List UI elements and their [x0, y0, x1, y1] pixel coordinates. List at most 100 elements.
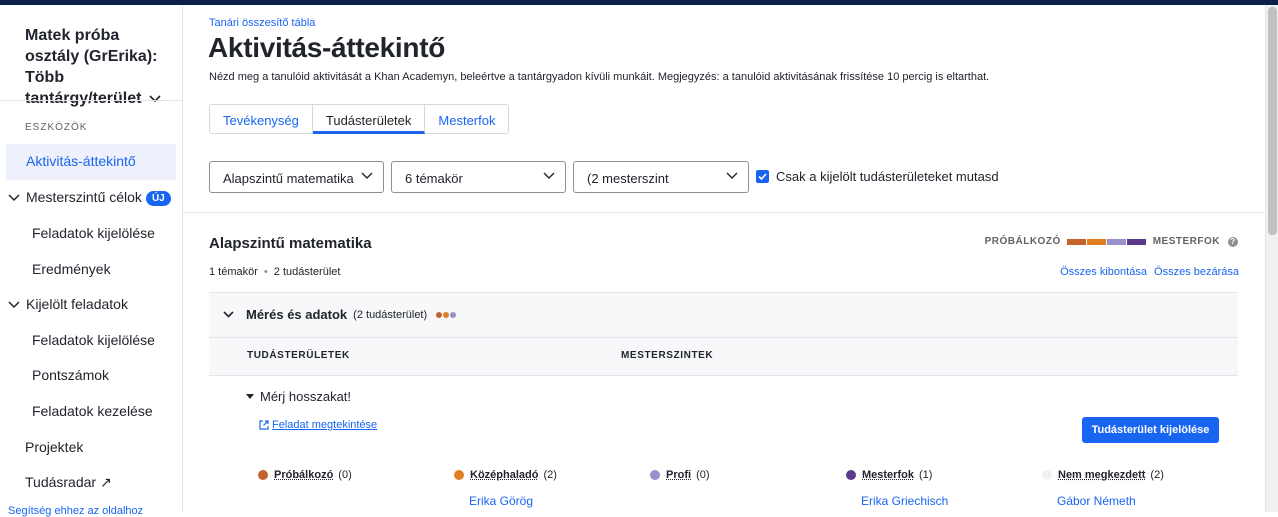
- mastery-select[interactable]: (2 mesterszint: [573, 161, 749, 193]
- level-dot: [258, 470, 268, 480]
- level-name[interactable]: Mesterfok: [862, 469, 914, 481]
- level-mastered: Mesterfok (1): [846, 469, 932, 481]
- level-count: (2): [1150, 469, 1163, 481]
- sidebar-item-label: Feladatok kijelölése: [32, 225, 155, 241]
- tab-mastery[interactable]: Mesterfok: [425, 104, 509, 134]
- collapse-all-link[interactable]: Összes bezárása: [1154, 266, 1239, 278]
- unit-count: 1 témakör: [209, 266, 258, 278]
- sidebar-item-results[interactable]: Eredmények: [32, 261, 111, 277]
- sidebar: Matek próba osztály (GrErika): Több tant…: [0, 5, 183, 512]
- sidebar-item-manage-tasks[interactable]: Feladatok kezelése: [32, 403, 153, 419]
- student-link[interactable]: Erika Griechisch: [861, 494, 948, 508]
- subject-select[interactable]: Alapszintű matematika: [209, 161, 384, 193]
- page-title: Aktivitás-áttekintő: [208, 32, 445, 64]
- main-divider: [183, 212, 1265, 213]
- sidebar-item-knowledge-radar[interactable]: Tudásradar ↗: [25, 474, 112, 491]
- skill-group-name: Mérés és adatok: [246, 307, 347, 322]
- level-dot: [1042, 470, 1052, 480]
- sidebar-item-projects[interactable]: Projektek: [25, 439, 83, 455]
- assign-skill-button[interactable]: Tudásterület kijelölése: [1082, 417, 1219, 443]
- mastery-legend: PRÓBÁLKOZÓ MESTERFOK ?: [985, 236, 1238, 247]
- help-link[interactable]: Segítség ehhez az oldalhoz: [8, 505, 143, 517]
- separator-dot: •: [264, 266, 268, 278]
- student-link[interactable]: Gábor Németh: [1057, 494, 1136, 508]
- skill-group: Mérés és adatok (2 tudásterület) TUDÁSTE…: [209, 292, 1238, 376]
- student-link[interactable]: Erika Görög: [469, 494, 533, 508]
- group-divider: [209, 337, 1238, 338]
- level-proficient: Profi (0): [650, 469, 710, 481]
- top-bar: [0, 0, 1278, 5]
- level-not-started: Nem megkezdett (2): [1042, 469, 1164, 481]
- selected-skills-only-toggle[interactable]: Csak a kijelölt tudásterületeket mutasd: [756, 169, 999, 184]
- view-exercise-label: Feladat megtekintése: [272, 419, 377, 431]
- tab-bar: Tevékenység Tudásterületek Mesterfok: [209, 104, 509, 134]
- checkmark-icon: [758, 173, 767, 180]
- chevron-down-icon: [149, 95, 161, 103]
- sidebar-item-mastery-goals[interactable]: Mesterszintű célok ÚJ: [8, 189, 171, 206]
- page-description: Nézd meg a tanulóid aktivitását a Khan A…: [209, 71, 989, 83]
- level-name[interactable]: Profi: [666, 469, 691, 481]
- expand-all-link[interactable]: Összes kibontása: [1060, 266, 1147, 278]
- new-badge: ÚJ: [146, 191, 171, 206]
- tab-activity[interactable]: Tevékenység: [209, 104, 313, 134]
- level-dot: [454, 470, 464, 480]
- level-familiar: Középhaladó (2): [454, 469, 557, 481]
- sidebar-item-label: Mesterszintű célok: [26, 189, 142, 205]
- chevron-down-icon[interactable]: [8, 194, 20, 202]
- view-exercise-link[interactable]: Feladat megtekintése: [259, 419, 377, 431]
- checkbox[interactable]: [756, 170, 769, 183]
- units-select[interactable]: 6 témakör: [391, 161, 566, 193]
- skill-name: Mérj hosszakat!: [260, 389, 351, 404]
- chevron-down-icon[interactable]: [223, 311, 234, 318]
- sidebar-item-label: Eredmények: [32, 261, 111, 277]
- level-name[interactable]: Középhaladó: [470, 469, 538, 481]
- sidebar-item-scores[interactable]: Pontszámok: [32, 367, 109, 383]
- sidebar-item-assign-tasks-2[interactable]: Feladatok kijelölése: [32, 332, 155, 348]
- skill-group-header[interactable]: Mérés és adatok (2 tudásterület): [223, 307, 457, 322]
- help-icon[interactable]: ?: [1228, 237, 1238, 247]
- legend-swatch-attempted: [1067, 239, 1086, 245]
- group-bottom-divider: [209, 375, 1238, 376]
- skill-count: 2 tudásterület: [274, 266, 341, 278]
- level-name[interactable]: Nem megkezdett: [1058, 469, 1145, 481]
- column-header-skills: TUDÁSTERÜLETEK: [247, 350, 350, 361]
- mastery-dots: [436, 312, 457, 318]
- level-attempted: Próbálkozó (0): [258, 469, 352, 481]
- column-header-mastery-levels: MESTERSZINTEK: [621, 350, 713, 361]
- dot-proficient: [450, 312, 456, 318]
- sidebar-item-assigned-tasks[interactable]: Kijelölt feladatok: [8, 296, 128, 312]
- breadcrumb[interactable]: Tanári összesítő tábla: [209, 17, 315, 29]
- skill-row[interactable]: Mérj hosszakat!: [246, 389, 351, 404]
- sidebar-item-label: Tudásradar ↗: [25, 474, 112, 490]
- level-count: (0): [696, 469, 709, 481]
- checkbox-label: Csak a kijelölt tudásterületeket mutasd: [776, 169, 999, 184]
- subject-select-value: Alapszintű matematika: [223, 171, 354, 186]
- chevron-down-icon: [361, 172, 373, 180]
- expand-collapse-links: Összes kibontása Összes bezárása: [1056, 266, 1239, 278]
- scrollbar[interactable]: [1265, 5, 1278, 512]
- chevron-down-icon: [726, 172, 738, 180]
- legend-swatch-proficient: [1107, 239, 1126, 245]
- sidebar-item-assign-tasks[interactable]: Feladatok kijelölése: [32, 225, 155, 241]
- legend-start-label: PRÓBÁLKOZÓ: [985, 236, 1061, 247]
- sidebar-item-label: Kijelölt feladatok: [26, 296, 128, 312]
- dot-attempted: [436, 312, 442, 318]
- sidebar-item-label: Pontszámok: [32, 367, 109, 383]
- class-selector[interactable]: Matek próba osztály (GrErika): Több tant…: [25, 25, 175, 109]
- sidebar-item-label: Projektek: [25, 439, 83, 455]
- tab-skills[interactable]: Tudásterületek: [313, 104, 426, 134]
- sidebar-item-activity-overview[interactable]: Aktivitás-áttekintő: [6, 144, 176, 180]
- sidebar-section-label: ESZKÖZÖK: [25, 122, 87, 133]
- level-count: (0): [338, 469, 351, 481]
- caret-down-icon[interactable]: [246, 394, 254, 399]
- level-name[interactable]: Próbálkozó: [274, 469, 333, 481]
- chevron-down-icon: [543, 172, 555, 180]
- chevron-down-icon[interactable]: [8, 301, 20, 309]
- legend-bar: [1067, 239, 1147, 245]
- legend-end-label: MESTERFOK: [1153, 236, 1220, 247]
- section-meta: 1 témakör • 2 tudásterület: [209, 266, 340, 278]
- sidebar-divider: [0, 100, 183, 101]
- scrollbar-thumb[interactable]: [1268, 7, 1277, 235]
- sidebar-item-label: Feladatok kijelölése: [32, 332, 155, 348]
- level-dot: [650, 470, 660, 480]
